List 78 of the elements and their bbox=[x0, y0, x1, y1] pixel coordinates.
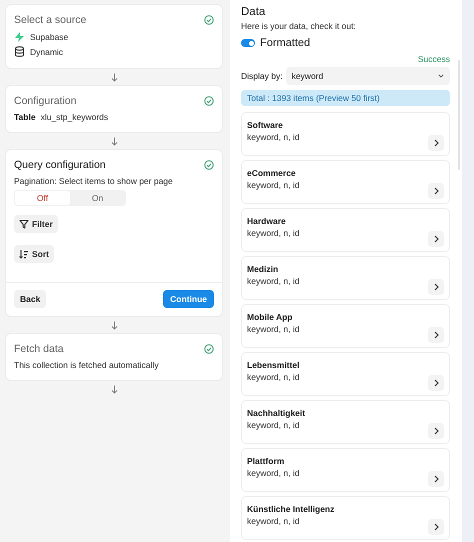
record-title: Plattform bbox=[247, 456, 286, 466]
record-fields: keyword, n, id bbox=[247, 180, 300, 190]
open-record-button[interactable] bbox=[428, 327, 444, 343]
source-label: Dynamic bbox=[30, 47, 64, 57]
panel-subtitle: Here is your data, check it out: bbox=[241, 21, 357, 31]
pagination-label: Pagination: Select items to show per page bbox=[14, 176, 173, 186]
record-title: Lebensmittel bbox=[247, 360, 300, 370]
sort-icon bbox=[19, 249, 29, 259]
sort-button[interactable]: Sort bbox=[14, 245, 54, 263]
record-card[interactable]: Lebensmittel keyword, n, id bbox=[241, 352, 450, 396]
open-record-button[interactable] bbox=[428, 375, 444, 391]
open-record-button[interactable] bbox=[428, 231, 444, 247]
record-fields: keyword, n, id bbox=[247, 420, 306, 430]
record-card[interactable]: Software keyword, n, id bbox=[241, 112, 450, 156]
record-fields: keyword, n, id bbox=[247, 324, 300, 334]
record-title: Medizin bbox=[247, 264, 280, 274]
step-title: Configuration bbox=[14, 95, 76, 107]
chevron-right-icon bbox=[434, 331, 438, 339]
record-fields: keyword, n, id bbox=[247, 468, 300, 478]
down-arrow-icon bbox=[110, 321, 118, 330]
record-card[interactable]: eCommerce keyword, n, id bbox=[241, 160, 450, 204]
chevron-right-icon bbox=[434, 427, 438, 435]
toggle-switch[interactable] bbox=[241, 39, 255, 47]
total-banner: Total : 1393 items (Preview 50 first) bbox=[241, 90, 450, 106]
toggle-label: Formatted bbox=[260, 37, 310, 49]
record-title: Mobile App bbox=[247, 312, 294, 322]
table-name: xlu_stp_keywords bbox=[40, 112, 108, 122]
display-by-select[interactable]: keyword bbox=[286, 67, 450, 85]
chevron-down-icon bbox=[438, 74, 444, 78]
record-fields: keyword, n, id bbox=[247, 516, 334, 526]
record-card[interactable]: Hardware keyword, n, id bbox=[241, 208, 450, 252]
chevron-right-icon bbox=[434, 523, 438, 531]
record-title: eCommerce bbox=[247, 168, 297, 178]
display-by-label: Display by: bbox=[241, 71, 283, 81]
record-fields: keyword, n, id bbox=[247, 132, 300, 142]
filter-icon bbox=[19, 219, 29, 229]
pagination-option[interactable]: Off bbox=[15, 191, 70, 205]
record-card[interactable]: Medizin keyword, n, id bbox=[241, 256, 450, 300]
chevron-right-icon bbox=[434, 379, 438, 387]
record-title: Nachhaltigkeit bbox=[247, 408, 306, 418]
panel-title: Data bbox=[241, 6, 266, 18]
open-record-button[interactable] bbox=[428, 519, 444, 535]
open-record-button[interactable] bbox=[428, 183, 444, 199]
chevron-right-icon bbox=[434, 475, 438, 483]
step-title: Fetch data bbox=[14, 343, 64, 355]
open-record-button[interactable] bbox=[428, 279, 444, 295]
record-card[interactable]: Künstliche Intelligenz keyword, n, id bbox=[241, 496, 450, 540]
record-title: Software bbox=[247, 120, 284, 130]
record-card[interactable]: Mobile App keyword, n, id bbox=[241, 304, 450, 348]
record-fields: keyword, n, id bbox=[247, 372, 300, 382]
step-description: This collection is fetched automatically bbox=[14, 360, 159, 370]
database-icon bbox=[14, 46, 25, 58]
open-record-button[interactable] bbox=[428, 135, 444, 151]
down-arrow-icon bbox=[110, 385, 118, 394]
record-card[interactable]: Nachhaltigkeit keyword, n, id bbox=[241, 400, 450, 444]
back-button[interactable]: Back bbox=[14, 290, 46, 308]
filter-button[interactable]: Filter bbox=[14, 215, 58, 233]
chevron-right-icon bbox=[434, 139, 438, 147]
record-title: Hardware bbox=[247, 216, 287, 226]
step-title: Query configuration bbox=[14, 159, 106, 171]
source-label: Supabase bbox=[30, 32, 68, 42]
record-title: Künstliche Intelligenz bbox=[247, 504, 334, 514]
open-record-button[interactable] bbox=[428, 423, 444, 439]
continue-button[interactable]: Continue bbox=[163, 290, 214, 308]
chevron-right-icon bbox=[434, 235, 438, 243]
chevron-right-icon bbox=[434, 283, 438, 291]
down-arrow-icon bbox=[110, 73, 118, 82]
down-arrow-icon bbox=[110, 137, 118, 146]
record-fields: keyword, n, id bbox=[247, 276, 300, 286]
pagination-option[interactable]: On bbox=[70, 191, 125, 205]
chevron-right-icon bbox=[434, 187, 438, 195]
record-fields: keyword, n, id bbox=[247, 228, 300, 238]
step-title: Select a source bbox=[14, 14, 86, 26]
bolt-icon bbox=[14, 31, 25, 43]
status-text: Success bbox=[418, 54, 450, 64]
table-label: Table bbox=[14, 112, 36, 122]
open-record-button[interactable] bbox=[428, 471, 444, 487]
record-card[interactable]: Plattform keyword, n, id bbox=[241, 448, 450, 492]
